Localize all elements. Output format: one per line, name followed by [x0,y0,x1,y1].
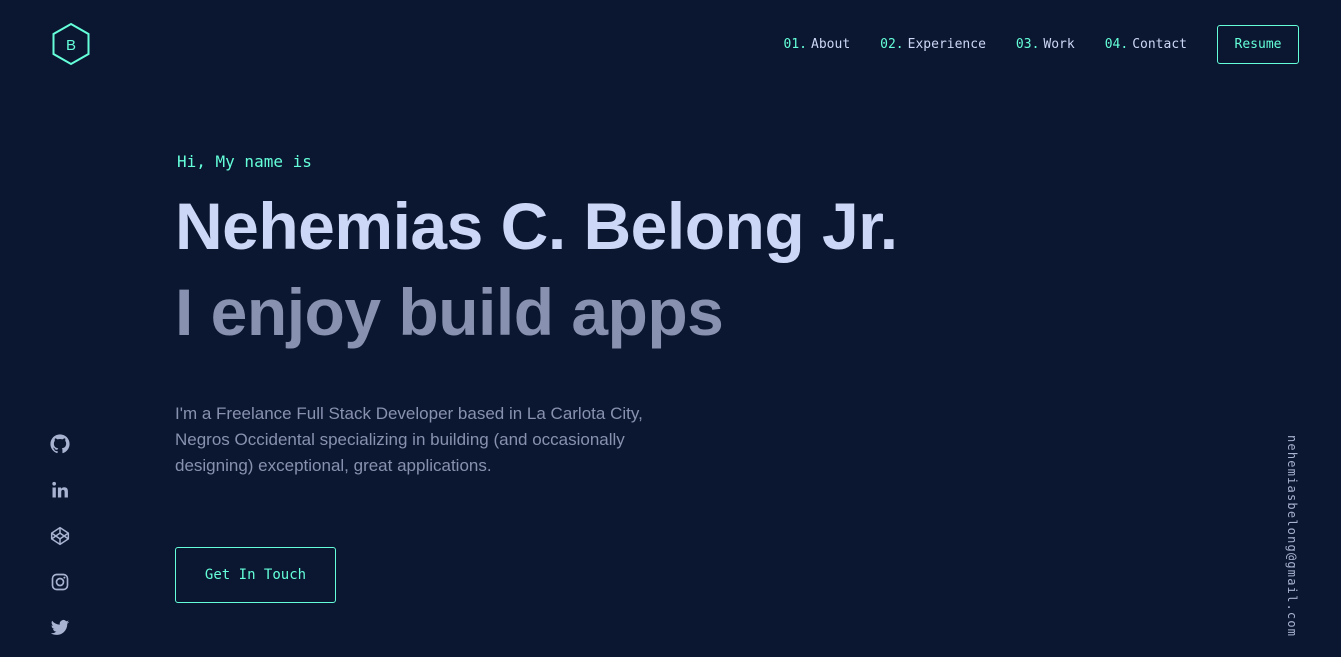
nav-item-about[interactable]: 01. About [784,37,851,52]
hero-intro: I'm a Freelance Full Stack Developer bas… [175,404,643,475]
hero-name: Nehemias C. Belong Jr. [175,189,898,263]
resume-button[interactable]: Resume [1217,25,1299,64]
linkedin-link[interactable] [49,479,71,501]
nav-item-experience[interactable]: 02. Experience [880,37,986,52]
nav-item-number: 03. [1015,37,1040,52]
instagram-icon [51,573,69,591]
email-link[interactable]: nehemiasbelong@gmail.com [1279,435,1299,641]
hero-greeting: Hi, My name is [177,152,312,171]
nav-item-work[interactable]: 03. Work [1016,37,1075,52]
nav-item-label: Contact [1132,37,1187,52]
nav-item-contact[interactable]: 04. Contact [1105,37,1187,52]
instagram-link[interactable] [49,571,71,593]
hero-tagline: I enjoy build apps [175,275,724,349]
nav-item-number: 01. [783,37,808,52]
nav-item-number: 04. [1104,37,1129,52]
codepen-icon [50,526,70,546]
logo[interactable]: B [51,22,91,66]
get-in-touch-button[interactable]: Get In Touch [175,547,336,603]
social-links [49,433,71,657]
linkedin-icon [52,481,68,498]
nav-item-label: Experience [907,37,986,52]
logo-letter: B [66,37,76,54]
twitter-link[interactable] [49,617,71,639]
github-link[interactable] [49,433,71,455]
nav-item-label: About [811,37,851,52]
github-icon [50,434,70,454]
codepen-link[interactable] [49,525,71,547]
top-nav: 01. About 02. Experience 03. Work 04. Contac… [784,25,1299,64]
nav-item-label: Work [1043,37,1075,52]
twitter-icon [50,620,70,635]
hexagon-logo-icon: B [52,22,90,66]
nav-item-number: 02. [880,37,904,52]
